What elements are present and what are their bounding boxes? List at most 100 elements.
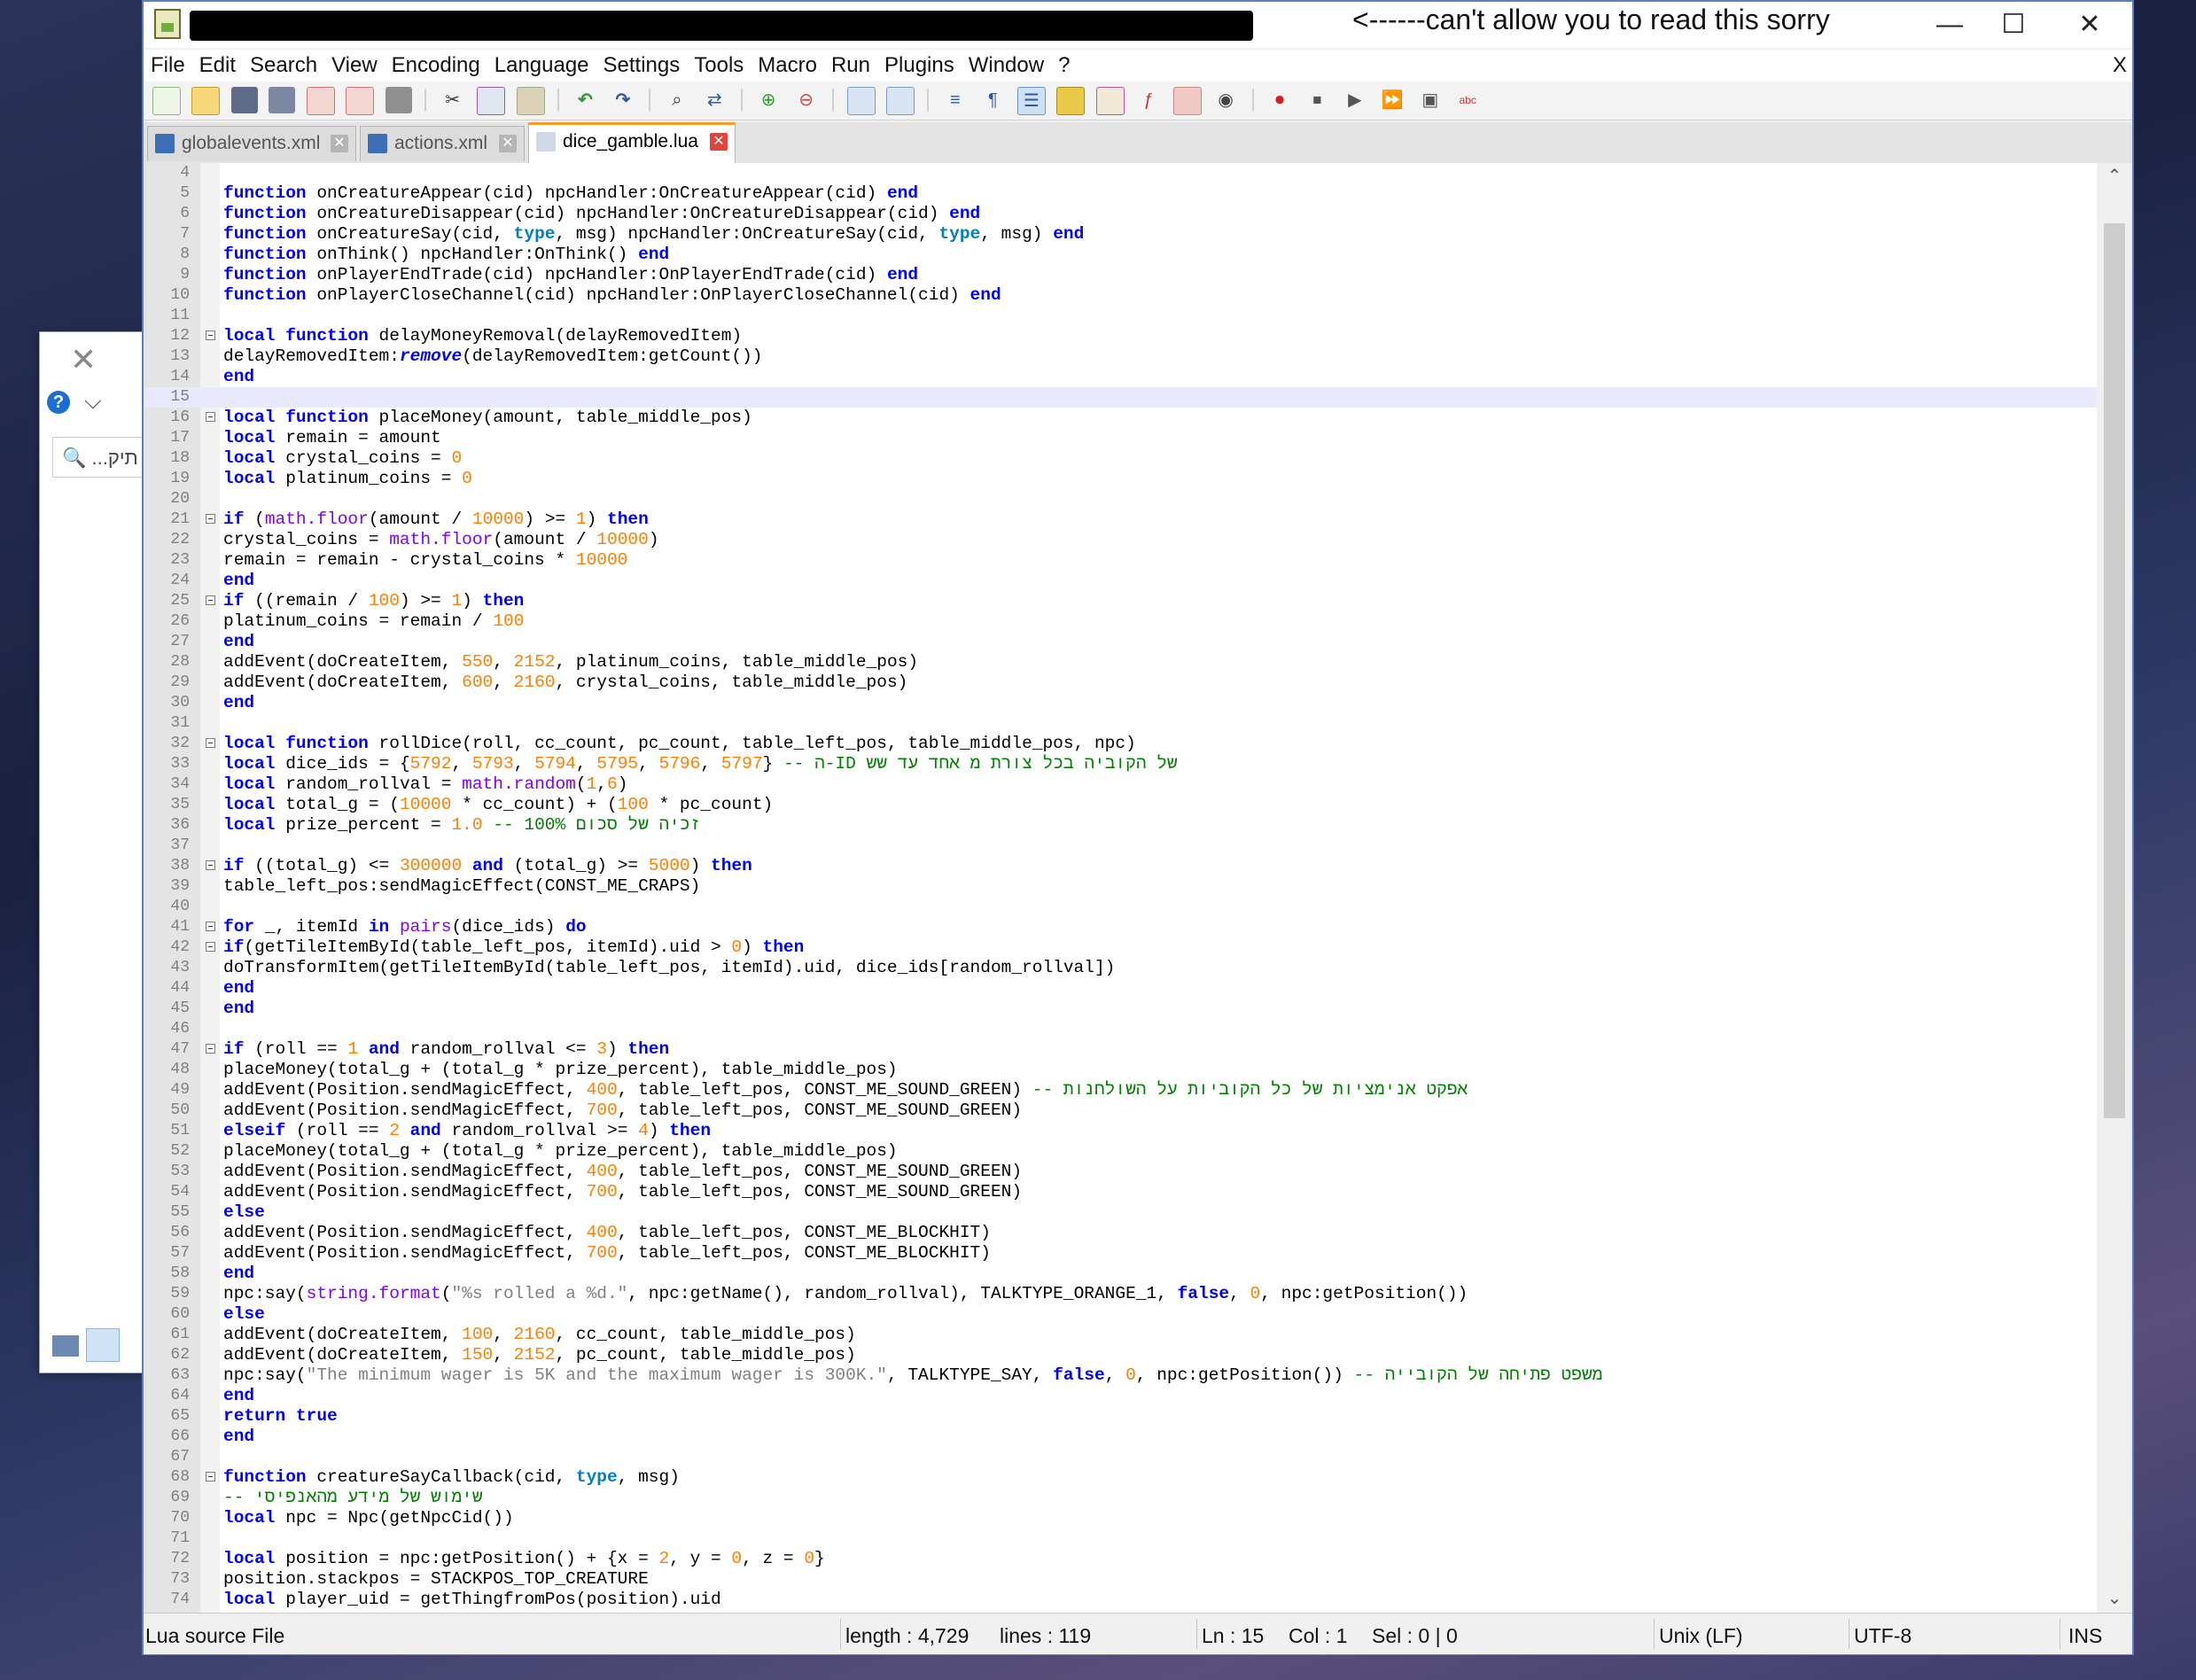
code-line[interactable]: 21 if (math.floor(amount / 10000) >= 1) t…: [144, 509, 2097, 530]
code-line[interactable]: 9 function onPlayerEndTrade(cid) npcHandl…: [144, 265, 2097, 285]
code-line[interactable]: 42 if(getTileItemById(table_left_pos, ite…: [144, 937, 2097, 958]
code-line[interactable]: 35 local total_g = (10000 * cc_count) + (…: [144, 795, 2097, 815]
code-line[interactable]: 39 table_left_pos:sendMagicEffect(CONST_M…: [144, 876, 2097, 897]
scroll-down-icon[interactable]: ⌄: [2097, 1587, 2132, 1609]
code-line[interactable]: 27 end: [144, 632, 2097, 652]
code-line[interactable]: 22 crystal_coins = math.floor(amount / 10…: [144, 530, 2097, 550]
sync-horizontal-icon[interactable]: [885, 87, 915, 115]
code-editor[interactable]: 4 5 function onCreatureAppear(cid) npcHand…: [144, 163, 2097, 1613]
tab-close-icon[interactable]: ✕: [331, 135, 348, 152]
code-line[interactable]: 6 function onCreatureDisappear(cid) npcHa…: [144, 204, 2097, 224]
code-line[interactable]: 64 end: [144, 1386, 2097, 1406]
tab-dice-gamble[interactable]: dice_gamble.lua ✕: [528, 122, 736, 163]
code-line[interactable]: 38 if ((total_g) <= 300000 and (total_g) …: [144, 856, 2097, 876]
code-line[interactable]: 53 addEvent(Position.sendMagicEffect, 400…: [144, 1162, 2097, 1182]
code-line[interactable]: 29 addEvent(doCreateItem, 600, 2160, crys…: [144, 673, 2097, 693]
code-line[interactable]: 13 delayRemovedItem:remove(delayRemovedIt…: [144, 346, 2097, 367]
tab-actions[interactable]: actions.xml ✕: [360, 126, 525, 161]
menu-view[interactable]: View: [324, 50, 385, 78]
menu-encoding[interactable]: Encoding: [385, 50, 487, 78]
fold-toggle-icon[interactable]: [206, 514, 215, 524]
fold-toggle-icon[interactable]: [206, 922, 215, 931]
zoom-in-icon[interactable]: ⊕: [755, 87, 782, 113]
tab-globalevents[interactable]: globalevents.xml ✕: [147, 126, 356, 161]
indent-guide-icon[interactable]: ☰: [1016, 87, 1046, 115]
code-line[interactable]: 44 end: [144, 978, 2097, 999]
code-line[interactable]: 11: [144, 306, 2097, 326]
cut-icon[interactable]: ✂: [440, 87, 466, 113]
view-thumbnails-icon[interactable]: [52, 1335, 79, 1357]
maximize-button[interactable]: ☐: [1973, 2, 2054, 48]
code-line[interactable]: 24 end: [144, 571, 2097, 591]
save-macro-icon[interactable]: ▣: [1417, 87, 1444, 113]
code-line[interactable]: 72 local position = npc:getPosition() + {…: [144, 1549, 2097, 1569]
code-line[interactable]: 70 local npc = Npc(getNpcCid()): [144, 1508, 2097, 1528]
code-line[interactable]: 60 else: [144, 1304, 2097, 1325]
code-line[interactable]: 73 position.stackpos = STACKPOS_TOP_CREAT…: [144, 1569, 2097, 1590]
menu-file[interactable]: File: [144, 50, 192, 78]
view-details-icon[interactable]: [86, 1328, 120, 1362]
code-line[interactable]: 41 for _, itemId in pairs(dice_ids) do: [144, 917, 2097, 937]
zoom-out-icon[interactable]: ⊖: [793, 87, 820, 113]
code-line[interactable]: 62 addEvent(doCreateItem, 150, 2152, pc_c…: [144, 1345, 2097, 1365]
function-list-icon[interactable]: ƒ: [1135, 87, 1162, 113]
close-file-icon[interactable]: [306, 87, 335, 115]
code-line[interactable]: 56 addEvent(Position.sendMagicEffect, 400…: [144, 1223, 2097, 1243]
code-line[interactable]: 49 addEvent(Position.sendMagicEffect, 400…: [144, 1080, 2097, 1101]
fold-toggle-icon[interactable]: [206, 860, 215, 870]
dialog-close-icon[interactable]: ✕: [70, 341, 97, 378]
spell-check-icon[interactable]: abc: [1454, 87, 1481, 113]
code-line[interactable]: 12 local function delayMoneyRemoval(delay…: [144, 326, 2097, 346]
code-line[interactable]: 18 local crystal_coins = 0: [144, 448, 2097, 469]
code-line[interactable]: 14 end: [144, 367, 2097, 387]
code-line[interactable]: 51 elseif (roll == 2 and random_rollval >…: [144, 1121, 2097, 1141]
code-line[interactable]: 26 platinum_coins = remain / 100: [144, 611, 2097, 632]
sync-vertical-icon[interactable]: [846, 87, 876, 115]
code-line[interactable]: 68 function creatureSayCallback(cid, type…: [144, 1467, 2097, 1488]
menu-search[interactable]: Search: [243, 50, 324, 78]
menu-tools[interactable]: Tools: [687, 50, 751, 78]
vertical-scrollbar[interactable]: ⌃ ⌄: [2097, 163, 2132, 1613]
code-line[interactable]: 16 local function placeMoney(amount, tabl…: [144, 408, 2097, 428]
scroll-up-icon[interactable]: ⌃: [2097, 165, 2132, 187]
code-line[interactable]: 63 npc:say("The minimum wager is 5K and t…: [144, 1365, 2097, 1386]
menu-window[interactable]: Window: [962, 50, 1051, 78]
code-line[interactable]: 58 end: [144, 1264, 2097, 1284]
stop-macro-icon[interactable]: ⏹: [1304, 87, 1330, 113]
code-line[interactable]: 15: [144, 387, 2097, 408]
code-line[interactable]: 48 placeMoney(total_g + (total_g * prize_…: [144, 1060, 2097, 1080]
find-icon[interactable]: ⌕: [664, 87, 690, 113]
code-line[interactable]: 55 else: [144, 1202, 2097, 1223]
code-line[interactable]: 36 local prize_percent = 1.0 -- 100% זכיה…: [144, 815, 2097, 836]
show-all-chars-icon[interactable]: ¶: [979, 87, 1006, 113]
fold-toggle-icon[interactable]: [206, 942, 215, 952]
close-all-icon[interactable]: [346, 87, 375, 115]
code-line[interactable]: 34 local random_rollval = math.random(1,6…: [144, 774, 2097, 795]
new-file-icon[interactable]: [152, 87, 181, 115]
undo-icon[interactable]: ↶: [572, 87, 598, 113]
code-line[interactable]: 47 if (roll == 1 and random_rollval <= 3)…: [144, 1039, 2097, 1060]
save-all-icon[interactable]: [269, 87, 296, 113]
play-macro-icon[interactable]: ▶: [1342, 87, 1368, 113]
fold-toggle-icon[interactable]: [206, 595, 215, 605]
code-line[interactable]: 66 end: [144, 1427, 2097, 1447]
record-macro-icon[interactable]: ⏺: [1266, 87, 1293, 113]
code-line[interactable]: 40: [144, 897, 2097, 917]
code-line[interactable]: 23 remain = remain - crystal_coins * 1000…: [144, 550, 2097, 571]
word-wrap-icon[interactable]: ≡: [942, 87, 969, 113]
chevron-down-icon[interactable]: ⌵: [84, 387, 102, 416]
code-line[interactable]: 50 addEvent(Position.sendMagicEffect, 700…: [144, 1101, 2097, 1121]
code-line[interactable]: 8 function onThink() npcHandler:OnThink()…: [144, 245, 2097, 265]
code-line[interactable]: 65 return true: [144, 1406, 2097, 1427]
menu-help[interactable]: ?: [1051, 50, 1077, 78]
doc-map-icon[interactable]: [1095, 87, 1125, 115]
code-line[interactable]: 10 function onPlayerCloseChannel(cid) npc…: [144, 285, 2097, 306]
replace-icon[interactable]: ⇄: [701, 87, 728, 113]
fold-toggle-icon[interactable]: [206, 738, 215, 748]
code-line[interactable]: 67: [144, 1447, 2097, 1467]
copy-icon[interactable]: [477, 87, 506, 115]
tab-close-icon[interactable]: ✕: [499, 135, 517, 152]
menu-macro[interactable]: Macro: [751, 50, 824, 78]
menu-run[interactable]: Run: [824, 50, 877, 78]
code-line[interactable]: 32 local function rollDice(roll, cc_count…: [144, 734, 2097, 754]
